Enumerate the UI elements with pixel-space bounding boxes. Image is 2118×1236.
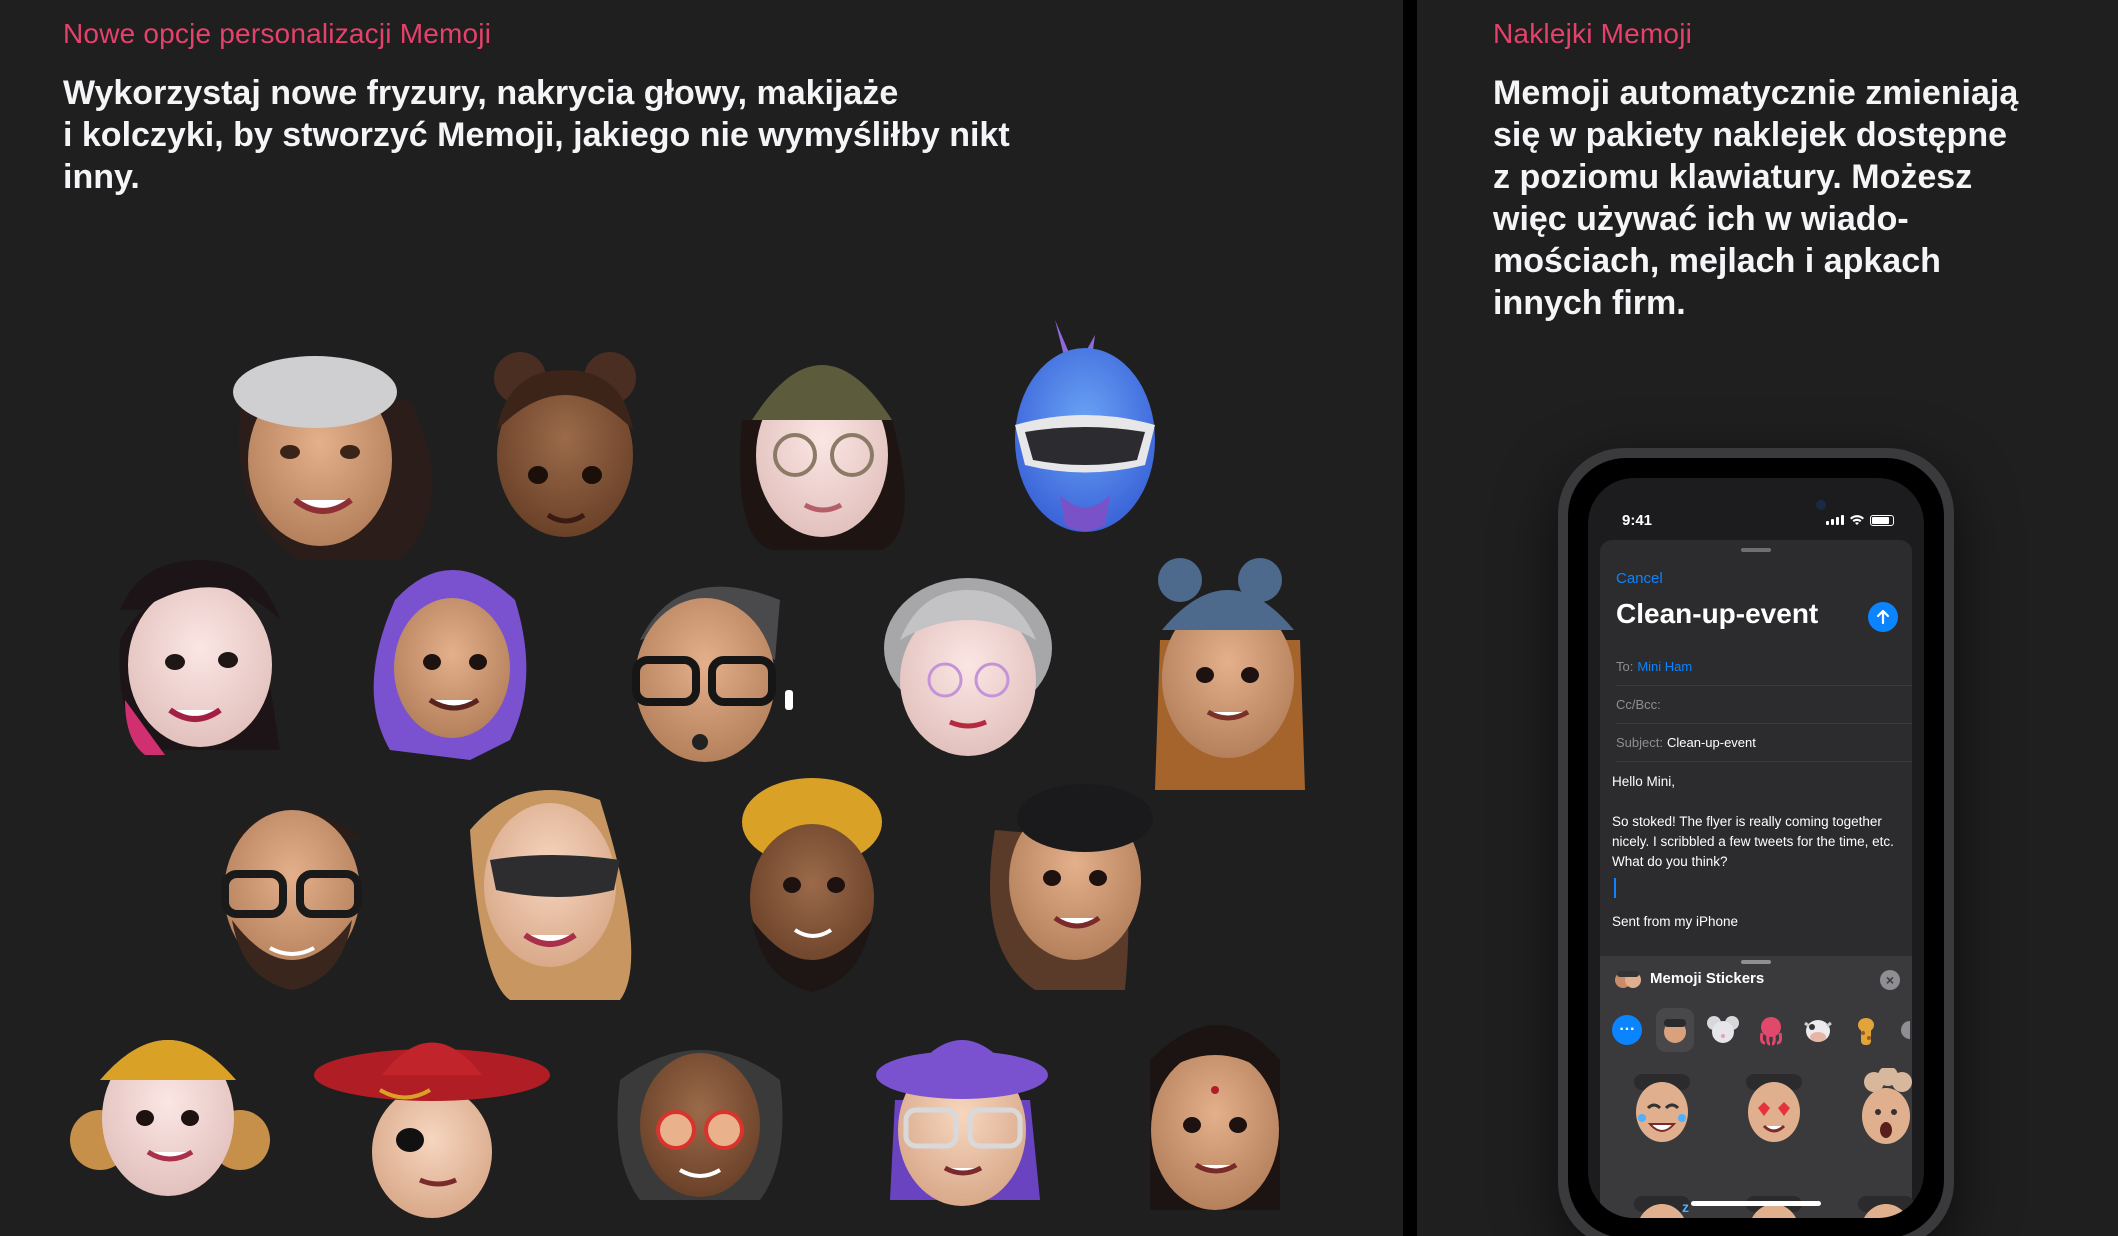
memoji-face-beanie-glasses-woman [740, 365, 905, 550]
memoji-face-bindi-woman [1150, 1025, 1280, 1210]
memoji-avatar-icon [1615, 971, 1641, 988]
arrow-up-icon [1876, 609, 1890, 625]
mail-body-line: What do you think? [1612, 854, 1728, 869]
sticker-category-memoji[interactable] [1655, 1008, 1695, 1052]
memoji-face-bear-ears-beanie-girl [1155, 558, 1305, 790]
mail-body-line: nicely. I scribbled a few tweets for the… [1612, 834, 1894, 849]
sticker-category-octopus[interactable] [1751, 1008, 1790, 1052]
subject-field[interactable]: Subject: Clean-up-event [1616, 724, 1912, 762]
sticker-category-mouse[interactable] [1703, 1008, 1742, 1052]
mouse-icon [1706, 1016, 1739, 1043]
memoji-face-dreadlocks-red-glasses [617, 1050, 783, 1200]
memoji-sticker-tray: Memoji Stickers × ··· z [1600, 956, 1914, 1218]
status-time: 9:41 [1622, 512, 1653, 529]
subject-label: Subject: [1616, 735, 1663, 750]
memoji-avatar-icon [1664, 1019, 1687, 1043]
ccbcc-field[interactable]: Cc/Bcc: [1616, 686, 1912, 724]
tray-grabber[interactable] [1741, 960, 1771, 964]
sticker-category-cow[interactable] [1799, 1008, 1838, 1052]
memoji-face-black-beret-woman [990, 784, 1153, 990]
right-headline: Memoji automatycznie zmieniają się w pak… [1493, 72, 2053, 324]
partial-category-icon [1901, 1021, 1911, 1039]
panel-divider [1403, 0, 1417, 1236]
subject-value[interactable]: Clean-up-event [1667, 735, 1756, 750]
cow-icon [1804, 1020, 1833, 1042]
sticker-categories: ··· [1608, 1008, 1912, 1052]
memoji-face-pink-hair-piercing [119, 560, 280, 755]
home-indicator[interactable] [1691, 1201, 1821, 1206]
sticker-category-more[interactable]: ··· [1608, 1008, 1647, 1052]
memoji-face-sunglasses-blonde-woman [470, 790, 632, 1000]
mail-body[interactable]: So stoked! The flyer is really coming to… [1612, 812, 1924, 872]
memoji-collage [70, 320, 1305, 1218]
wifi-icon [1850, 515, 1864, 525]
memoji-face-beret-woman [233, 356, 433, 560]
send-button[interactable] [1868, 602, 1898, 632]
battery-icon [1870, 514, 1894, 526]
right-headline-line: z poziomu klawiatury. Możesz [1493, 158, 1973, 196]
mail-compose-sheet: Cancel Clean-up-event To: Mini Ham Cc/Bc… [1600, 540, 1914, 1218]
memoji-face-beard-glasses-man [221, 810, 362, 990]
sheet-grabber[interactable] [1741, 548, 1771, 552]
phone-screen: 9:41 Cancel Clean-up-event To: Mini Ham … [1588, 478, 1924, 1218]
giraffe-icon [1858, 1018, 1875, 1045]
sticker-heart-eyes[interactable] [1732, 1068, 1816, 1158]
camera-icon [1816, 500, 1826, 510]
right-eyebrow: Naklejki Memoji [1493, 18, 1693, 49]
to-label: To: [1616, 659, 1634, 674]
sticker-tray-title: Memoji Stickers [1650, 970, 1765, 987]
right-headline-line: Memoji automatycznie zmieniają [1493, 74, 2019, 112]
right-headline-line: innych firm. [1493, 284, 1686, 322]
memoji-face-yellow-beanie-curly [70, 1040, 270, 1196]
svg-text:z: z [1682, 1199, 1689, 1215]
close-icon[interactable]: × [1880, 970, 1900, 990]
sticker-category-partial[interactable] [1894, 1008, 1912, 1052]
ccbcc-label: Cc/Bcc: [1616, 697, 1661, 712]
memoji-face-sombrero-eyepatch [314, 1042, 550, 1218]
memoji-face-purple-hat-glasses-woman [876, 1040, 1048, 1206]
octopus-icon [1759, 1017, 1782, 1046]
sticker-thinking[interactable] [1844, 1190, 1924, 1218]
memoji-face-blue-mohawk-sunglasses [1015, 320, 1155, 532]
more-icon: ··· [1612, 1015, 1643, 1045]
sticker-grid: z [1620, 1068, 1924, 1218]
memoji-face-glasses-airpods-man [632, 586, 793, 762]
right-headline-line: mościach, mejlach i apkach [1493, 242, 1941, 280]
mail-body-line: So stoked! The flyer is really coming to… [1612, 814, 1882, 829]
cancel-button[interactable]: Cancel [1616, 570, 1663, 587]
mail-signature[interactable]: Sent from my iPhone [1612, 912, 1924, 932]
to-recipient[interactable]: Mini Ham [1637, 659, 1692, 674]
memoji-face-gray-hair-grandma [884, 578, 1052, 756]
sticker-mind-blown[interactable] [1844, 1068, 1924, 1158]
phone-bezel: 9:41 Cancel Clean-up-event To: Mini Ham … [1568, 458, 1944, 1236]
sticker-crying-laughing[interactable] [1620, 1068, 1704, 1158]
page: Nowe opcje personalizacji Memoji Wykorzy… [0, 0, 2118, 1236]
mail-title: Clean-up-event [1616, 598, 1819, 629]
right-headline-line: się w pakiety naklejek dostępne [1493, 116, 2008, 154]
iphone-mockup: 9:41 Cancel Clean-up-event To: Mini Ham … [1558, 448, 1954, 1236]
to-field[interactable]: To: Mini Ham [1616, 648, 1912, 686]
memoji-face-buns-girl [494, 352, 636, 537]
right-headline-line: więc używać ich w wiado- [1493, 200, 1909, 238]
memoji-face-yellow-turban-man [742, 778, 882, 992]
memoji-face-purple-hijab-woman [373, 570, 527, 760]
cellular-signal-icon [1826, 515, 1844, 525]
text-cursor [1614, 878, 1616, 898]
sticker-category-giraffe[interactable] [1847, 1008, 1886, 1052]
mail-greeting[interactable]: Hello Mini, [1612, 772, 1924, 792]
status-icons [1826, 514, 1894, 526]
